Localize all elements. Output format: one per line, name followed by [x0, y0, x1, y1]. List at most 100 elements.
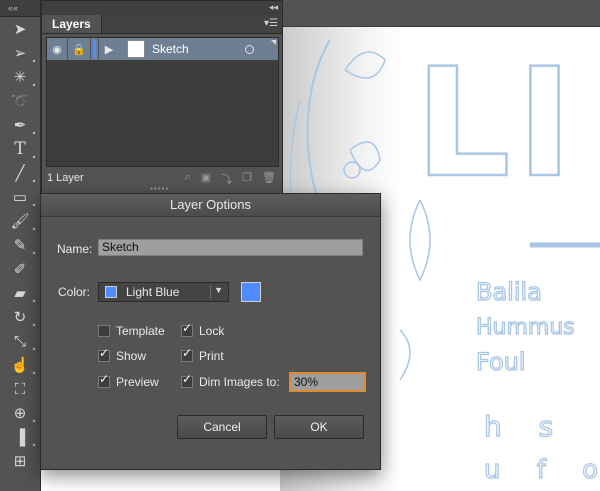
make-clipping-mask-icon[interactable]: ▣	[201, 171, 211, 187]
sketch-word-2: Hummus	[476, 315, 575, 340]
locate-object-icon[interactable]: ⌕	[185, 171, 191, 187]
shape-builder-icon: ⊕	[13, 405, 27, 422]
show-label: Show	[116, 349, 147, 363]
new-layer-icon[interactable]: ❐	[242, 171, 252, 187]
layer-color-bar	[93, 40, 96, 58]
dim-images-input[interactable]: 30%	[289, 372, 366, 392]
sketch-big-letters: LI	[415, 37, 578, 211]
graph-tool[interactable]: ▐	[0, 425, 40, 449]
print-label: Print	[199, 349, 224, 363]
template-checkbox-box[interactable]	[98, 325, 110, 337]
preview-checkbox[interactable]: Preview	[98, 372, 159, 389]
rotate-icon: ↻	[13, 309, 27, 326]
template-checkbox[interactable]: Template	[98, 324, 165, 338]
dim-images-checkbox[interactable]: Dim Images to:	[181, 372, 280, 389]
delete-layer-icon[interactable]: 🗑	[262, 171, 276, 187]
line-tool[interactable]: ╱	[0, 161, 40, 185]
scale-icon: ⤡	[13, 332, 26, 350]
direct-selection-icon: ➢	[13, 45, 27, 62]
warp-tool[interactable]: ☝	[0, 353, 40, 377]
lasso-icon: ➰	[10, 93, 30, 110]
preview-checkbox-box[interactable]	[98, 372, 110, 388]
expand-arrow-icon[interactable]: ▶	[98, 38, 119, 60]
layer-options-dialog: Layer Options Name: Sketch Color: Light …	[40, 193, 381, 470]
chevron-down-icon: ▼	[214, 285, 223, 295]
layers-panel: ◂◂ Layers ▾☰ ◉ 🔒 ▶ Sketch 1 Layer ⌕ ▣ ⤵ …	[41, 0, 283, 194]
paintbrush-icon: 🖌	[10, 213, 30, 230]
free-transform-tool[interactable]: ⛶	[0, 377, 40, 401]
layers-panel-tabs: Layers ▾☰	[42, 15, 282, 34]
layer-name-input[interactable]: Sketch	[98, 239, 363, 256]
sketch-letters-2: u f o	[484, 455, 600, 485]
dim-images-checkbox-box[interactable]	[181, 372, 193, 388]
layer-count: 1 Layer	[47, 172, 84, 184]
magic-wand-tool[interactable]: ✳	[0, 65, 40, 89]
show-checkbox-box[interactable]	[98, 346, 110, 362]
collapse-icon[interactable]: ««	[8, 4, 18, 13]
layer-target-icon[interactable]	[245, 44, 254, 54]
tab-layers[interactable]: Layers	[42, 15, 102, 33]
color-swatch-small	[105, 286, 117, 298]
layers-list[interactable]: ◉ 🔒 ▶ Sketch	[46, 37, 279, 167]
rectangle-tool[interactable]: ▭	[0, 185, 40, 209]
sketch-word-3: Foul	[476, 348, 526, 376]
tools-panel-header[interactable]: ««	[0, 0, 40, 17]
color-dropdown[interactable]: Light Blue ▼	[98, 282, 229, 302]
scale-tool[interactable]: ⤡	[0, 329, 40, 353]
print-checkbox[interactable]: Print	[181, 346, 224, 363]
panel-menu-icon[interactable]: ▾☰	[264, 18, 278, 29]
print-checkbox-box[interactable]	[181, 346, 193, 362]
collapse-icon[interactable]: ◂◂	[269, 2, 278, 13]
pencil-tool[interactable]: ✎	[0, 233, 40, 257]
paintbrush-tool[interactable]: 🖌	[0, 209, 40, 233]
pencil-icon: ✎	[13, 237, 27, 254]
cancel-button[interactable]: Cancel	[177, 415, 267, 439]
sketch-word-1: Balila	[476, 278, 542, 306]
direct-selection-tool[interactable]: ➢	[0, 41, 40, 65]
color-label: Color:	[58, 285, 91, 299]
magic-wand-icon: ✳	[13, 69, 27, 86]
visibility-eye-icon[interactable]: ◉	[47, 38, 68, 60]
warp-icon: ☝	[10, 357, 30, 374]
dim-images-label: Dim Images to:	[199, 375, 280, 389]
lock-checkbox-box[interactable]	[181, 321, 193, 337]
resize-grip-icon[interactable]: ▪▪▪▪▪	[150, 184, 169, 193]
pen-icon: ✒	[13, 117, 27, 134]
type-tool[interactable]: T	[0, 137, 40, 161]
layer-row-sketch[interactable]: ◉ 🔒 ▶ Sketch	[47, 38, 278, 60]
mesh-tool[interactable]: ⊞	[0, 449, 40, 473]
color-swatch-button[interactable]	[241, 282, 261, 302]
lock-label: Lock	[199, 324, 225, 338]
blob-brush-icon: ✐	[13, 261, 27, 278]
layer-name[interactable]: Sketch	[152, 42, 245, 56]
create-sublayer-icon[interactable]: ⤵	[221, 171, 232, 187]
selection-corner-icon	[271, 40, 276, 45]
eraser-icon: ▰	[14, 285, 26, 302]
rectangle-icon: ▭	[12, 189, 28, 206]
free-transform-icon: ⛶	[14, 380, 26, 398]
graph-icon: ▐	[14, 428, 26, 446]
selection-icon: ➤	[13, 21, 27, 38]
lock-checkbox[interactable]: Lock	[181, 321, 225, 338]
layers-panel-titlebar[interactable]: ◂◂	[42, 1, 282, 15]
lasso-tool[interactable]: ➰	[0, 89, 40, 113]
ok-button[interactable]: OK	[274, 415, 364, 439]
sketch-letters-1: h s	[484, 410, 567, 443]
color-dropdown-value: Light Blue	[126, 285, 180, 299]
template-label: Template	[116, 324, 165, 338]
name-label: Name:	[57, 242, 93, 256]
eraser-tool[interactable]: ▰	[0, 281, 40, 305]
layer-thumbnail	[127, 40, 145, 58]
preview-label: Preview	[116, 375, 159, 389]
blob-brush-tool[interactable]: ✐	[0, 257, 40, 281]
dialog-title: Layer Options	[41, 194, 380, 217]
shape-builder-tool[interactable]: ⊕	[0, 401, 40, 425]
rotate-tool[interactable]: ↻	[0, 305, 40, 329]
lock-icon[interactable]: 🔒	[68, 38, 91, 60]
pen-tool[interactable]: ✒	[0, 113, 40, 137]
selection-tool[interactable]: ➤	[0, 17, 40, 41]
line-icon: ╱	[15, 165, 25, 182]
tools-panel: «« ➤ ➢ ✳ ➰ ✒ T ╱ ▭ 🖌 ✎ ✐ ▰ ↻ ⤡ ☝ ⛶ ⊕ ▐ ⊞	[0, 0, 41, 491]
mesh-icon: ⊞	[13, 453, 27, 470]
show-checkbox[interactable]: Show	[98, 346, 147, 363]
